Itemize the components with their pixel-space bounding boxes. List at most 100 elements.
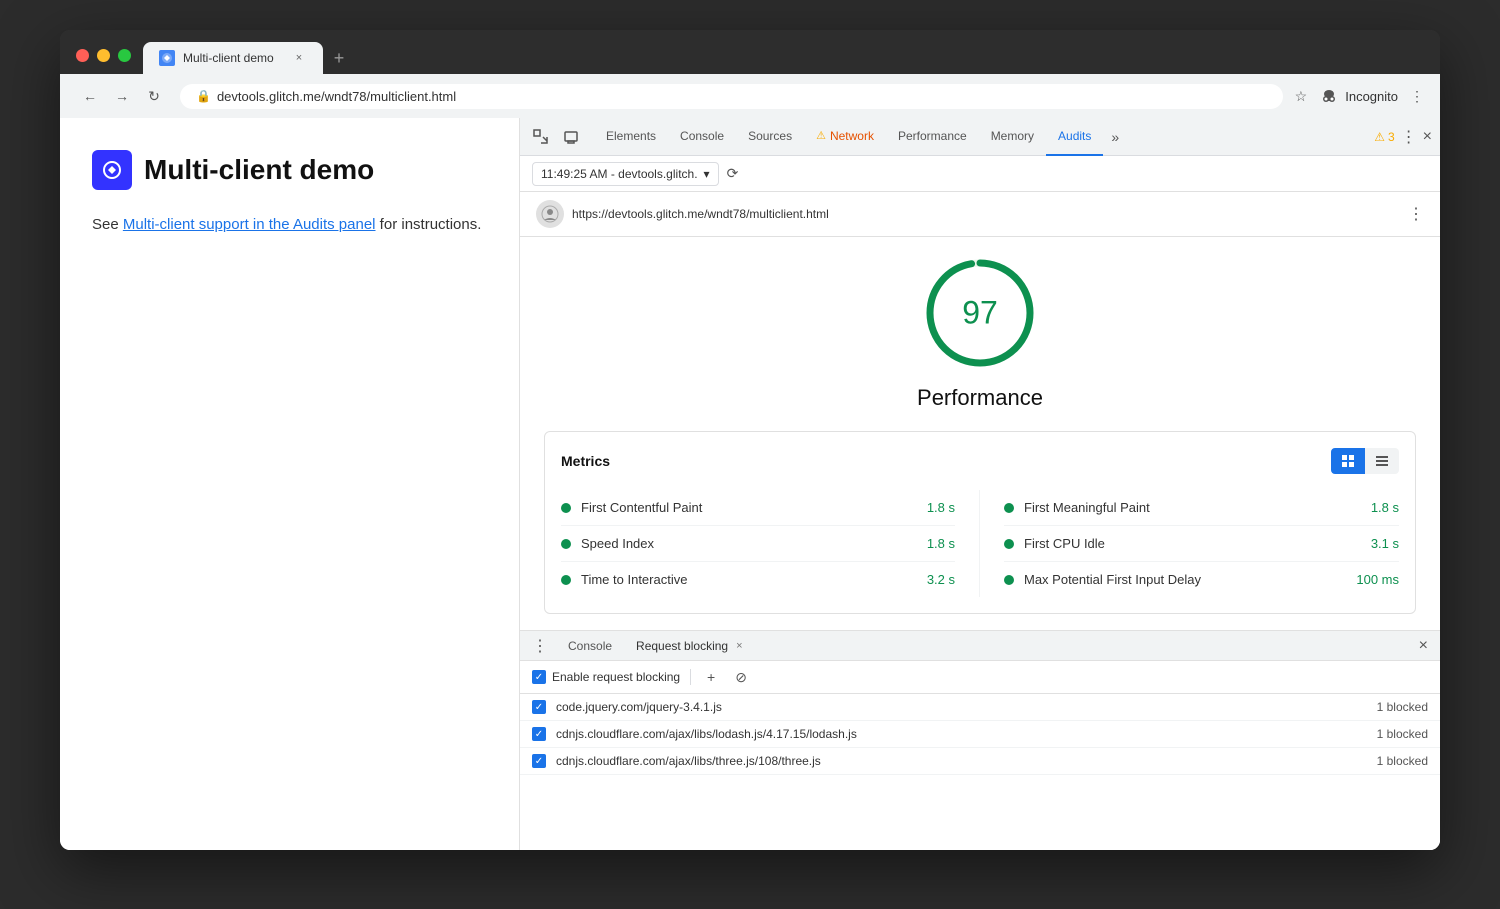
session-label: 11:49:25 AM - devtools.glitch. bbox=[541, 167, 698, 181]
traffic-lights bbox=[76, 49, 131, 62]
minimize-traffic-light[interactable] bbox=[97, 49, 110, 62]
tab-elements[interactable]: Elements bbox=[594, 118, 668, 156]
warning-badge-icon: ⚠ bbox=[1374, 130, 1385, 144]
devtools-right: ⚠ 3 ⋮ × bbox=[1374, 127, 1432, 147]
metric-dot-tti bbox=[561, 575, 571, 585]
request-blocking-panel: ✓ Enable request blocking + ⊘ ✓ code.jqu… bbox=[520, 661, 1440, 850]
inspect-element-icon[interactable] bbox=[528, 124, 554, 150]
toggle-grid-view[interactable] bbox=[1331, 448, 1365, 474]
network-warning-icon: ⚠ bbox=[816, 129, 826, 142]
console-menu-icon[interactable]: ⋮ bbox=[528, 636, 552, 656]
metric-name-fci: First CPU Idle bbox=[1024, 536, 1361, 551]
page-content: Multi-client demo See Multi-client suppo… bbox=[60, 118, 520, 850]
console-tab-bar: ⋮ Console Request blocking × × bbox=[520, 631, 1440, 661]
nav-buttons: ← → ↻ bbox=[76, 82, 168, 110]
forward-button[interactable]: → bbox=[108, 82, 136, 110]
separator bbox=[690, 669, 691, 685]
toolbar-right: ☆ Incognito ⋮ bbox=[1295, 86, 1424, 106]
blocked-item-1-url: cdnjs.cloudflare.com/ajax/libs/lodash.js… bbox=[556, 727, 1367, 741]
device-toolbar-icon[interactable] bbox=[558, 124, 584, 150]
metric-row-fcp: First Contentful Paint 1.8 s bbox=[561, 490, 955, 526]
metric-value-si: 1.8 s bbox=[927, 536, 955, 551]
title-bar: Multi-client demo × + bbox=[60, 30, 1440, 74]
new-tab-button[interactable]: + bbox=[325, 44, 353, 72]
console-tab-request-blocking[interactable]: Request blocking × bbox=[628, 635, 751, 657]
warning-count: 3 bbox=[1388, 130, 1395, 144]
audit-avatar bbox=[536, 200, 564, 228]
metrics-section: Metrics bbox=[544, 431, 1416, 614]
bookmark-icon[interactable]: ☆ bbox=[1295, 88, 1308, 105]
console-tab-close-icon[interactable]: × bbox=[736, 640, 742, 652]
page-desc-before: See bbox=[92, 216, 123, 233]
chrome-more-icon[interactable]: ⋮ bbox=[1410, 88, 1424, 105]
blocked-item-2: ✓ cdnjs.cloudflare.com/ajax/libs/three.j… bbox=[520, 748, 1440, 775]
refresh-button[interactable]: ↻ bbox=[140, 82, 168, 110]
warning-badge: ⚠ 3 bbox=[1374, 130, 1394, 144]
audits-panel-link[interactable]: Multi-client support in the Audits panel bbox=[123, 216, 376, 233]
tab-favicon bbox=[159, 50, 175, 66]
grid-icon bbox=[1341, 454, 1355, 468]
metric-row-tti: Time to Interactive 3.2 s bbox=[561, 562, 955, 597]
blocked-item-1-checkbox[interactable]: ✓ bbox=[532, 727, 546, 741]
tab-sources[interactable]: Sources bbox=[736, 118, 804, 156]
session-selector[interactable]: 11:49:25 AM - devtools.glitch. ▾ bbox=[532, 162, 719, 186]
close-traffic-light[interactable] bbox=[76, 49, 89, 62]
metric-name-mpfid: Max Potential First Input Delay bbox=[1024, 572, 1346, 587]
incognito-icon bbox=[1319, 86, 1339, 106]
audit-results: 97 Performance Metrics bbox=[520, 237, 1440, 630]
tab-network[interactable]: ⚠ Network bbox=[804, 118, 886, 156]
page-desc-after: for instructions. bbox=[376, 216, 482, 233]
audit-url-bar: https://devtools.glitch.me/wndt78/multic… bbox=[520, 192, 1440, 237]
metrics-title: Metrics bbox=[561, 453, 610, 469]
request-blocking-header: ✓ Enable request blocking + ⊘ bbox=[520, 661, 1440, 694]
blocked-item-1-count: 1 blocked bbox=[1377, 727, 1428, 741]
metric-dot-si bbox=[561, 539, 571, 549]
browser-tab-active[interactable]: Multi-client demo × bbox=[143, 42, 323, 74]
maximize-traffic-light[interactable] bbox=[118, 49, 131, 62]
address-text: devtools.glitch.me/wndt78/multiclient.ht… bbox=[217, 89, 456, 104]
metric-row-fmp: First Meaningful Paint 1.8 s bbox=[1004, 490, 1399, 526]
tab-bar: Multi-client demo × + bbox=[143, 42, 353, 74]
session-reload-icon[interactable]: ⟳ bbox=[727, 165, 739, 182]
address-bar: ← → ↻ 🔒 devtools.glitch.me/wndt78/multic… bbox=[60, 74, 1440, 118]
address-input[interactable]: 🔒 devtools.glitch.me/wndt78/multiclient.… bbox=[180, 84, 1283, 109]
metric-value-fcp: 1.8 s bbox=[927, 500, 955, 515]
metric-dot-mpfid bbox=[1004, 575, 1014, 585]
devtools-tabs: Elements Console Sources ⚠ Network Perfo… bbox=[594, 118, 1372, 156]
metric-name-fmp: First Meaningful Paint bbox=[1024, 500, 1361, 515]
tab-performance[interactable]: Performance bbox=[886, 118, 979, 156]
remove-all-patterns-button[interactable]: ⊘ bbox=[731, 667, 751, 687]
devtools-more-tabs[interactable]: » bbox=[1103, 125, 1127, 149]
tab-title: Multi-client demo bbox=[183, 51, 283, 65]
blocked-item-0: ✓ code.jquery.com/jquery-3.4.1.js 1 bloc… bbox=[520, 694, 1440, 721]
console-close-button[interactable]: × bbox=[1415, 637, 1432, 655]
tab-memory[interactable]: Memory bbox=[979, 118, 1046, 156]
score-value: 97 bbox=[962, 295, 998, 332]
blocked-list: ✓ code.jquery.com/jquery-3.4.1.js 1 bloc… bbox=[520, 694, 1440, 775]
lock-icon: 🔒 bbox=[196, 89, 211, 103]
bottom-console: ⋮ Console Request blocking × × ✓ bbox=[520, 630, 1440, 850]
metric-value-fmp: 1.8 s bbox=[1371, 500, 1399, 515]
audit-more-icon[interactable]: ⋮ bbox=[1408, 204, 1424, 224]
tab-close-button[interactable]: × bbox=[291, 50, 307, 66]
devtools-toolbar: Elements Console Sources ⚠ Network Perfo… bbox=[520, 118, 1440, 156]
add-pattern-button[interactable]: + bbox=[701, 667, 721, 687]
metric-row-si: Speed Index 1.8 s bbox=[561, 526, 955, 562]
blocked-item-2-checkbox[interactable]: ✓ bbox=[532, 754, 546, 768]
enable-blocking-checkbox[interactable]: ✓ bbox=[532, 670, 546, 684]
metric-dot-fcp bbox=[561, 503, 571, 513]
console-tab-console[interactable]: Console bbox=[560, 635, 620, 657]
back-button[interactable]: ← bbox=[76, 82, 104, 110]
toggle-list-view[interactable] bbox=[1365, 448, 1399, 474]
devtools-close-icon[interactable]: × bbox=[1423, 128, 1432, 146]
tab-console[interactable]: Console bbox=[668, 118, 736, 156]
devtools-settings-icon[interactable]: ⋮ bbox=[1401, 127, 1417, 147]
metrics-col-left: First Contentful Paint 1.8 s Speed Index… bbox=[561, 490, 980, 597]
blocked-item-0-checkbox[interactable]: ✓ bbox=[532, 700, 546, 714]
metrics-header: Metrics bbox=[561, 448, 1399, 474]
tab-audits[interactable]: Audits bbox=[1046, 118, 1103, 156]
blocked-item-2-url: cdnjs.cloudflare.com/ajax/libs/three.js/… bbox=[556, 754, 1367, 768]
list-icon bbox=[1375, 454, 1389, 468]
enable-blocking-label[interactable]: ✓ Enable request blocking bbox=[532, 670, 680, 684]
incognito-badge: Incognito bbox=[1319, 86, 1398, 106]
